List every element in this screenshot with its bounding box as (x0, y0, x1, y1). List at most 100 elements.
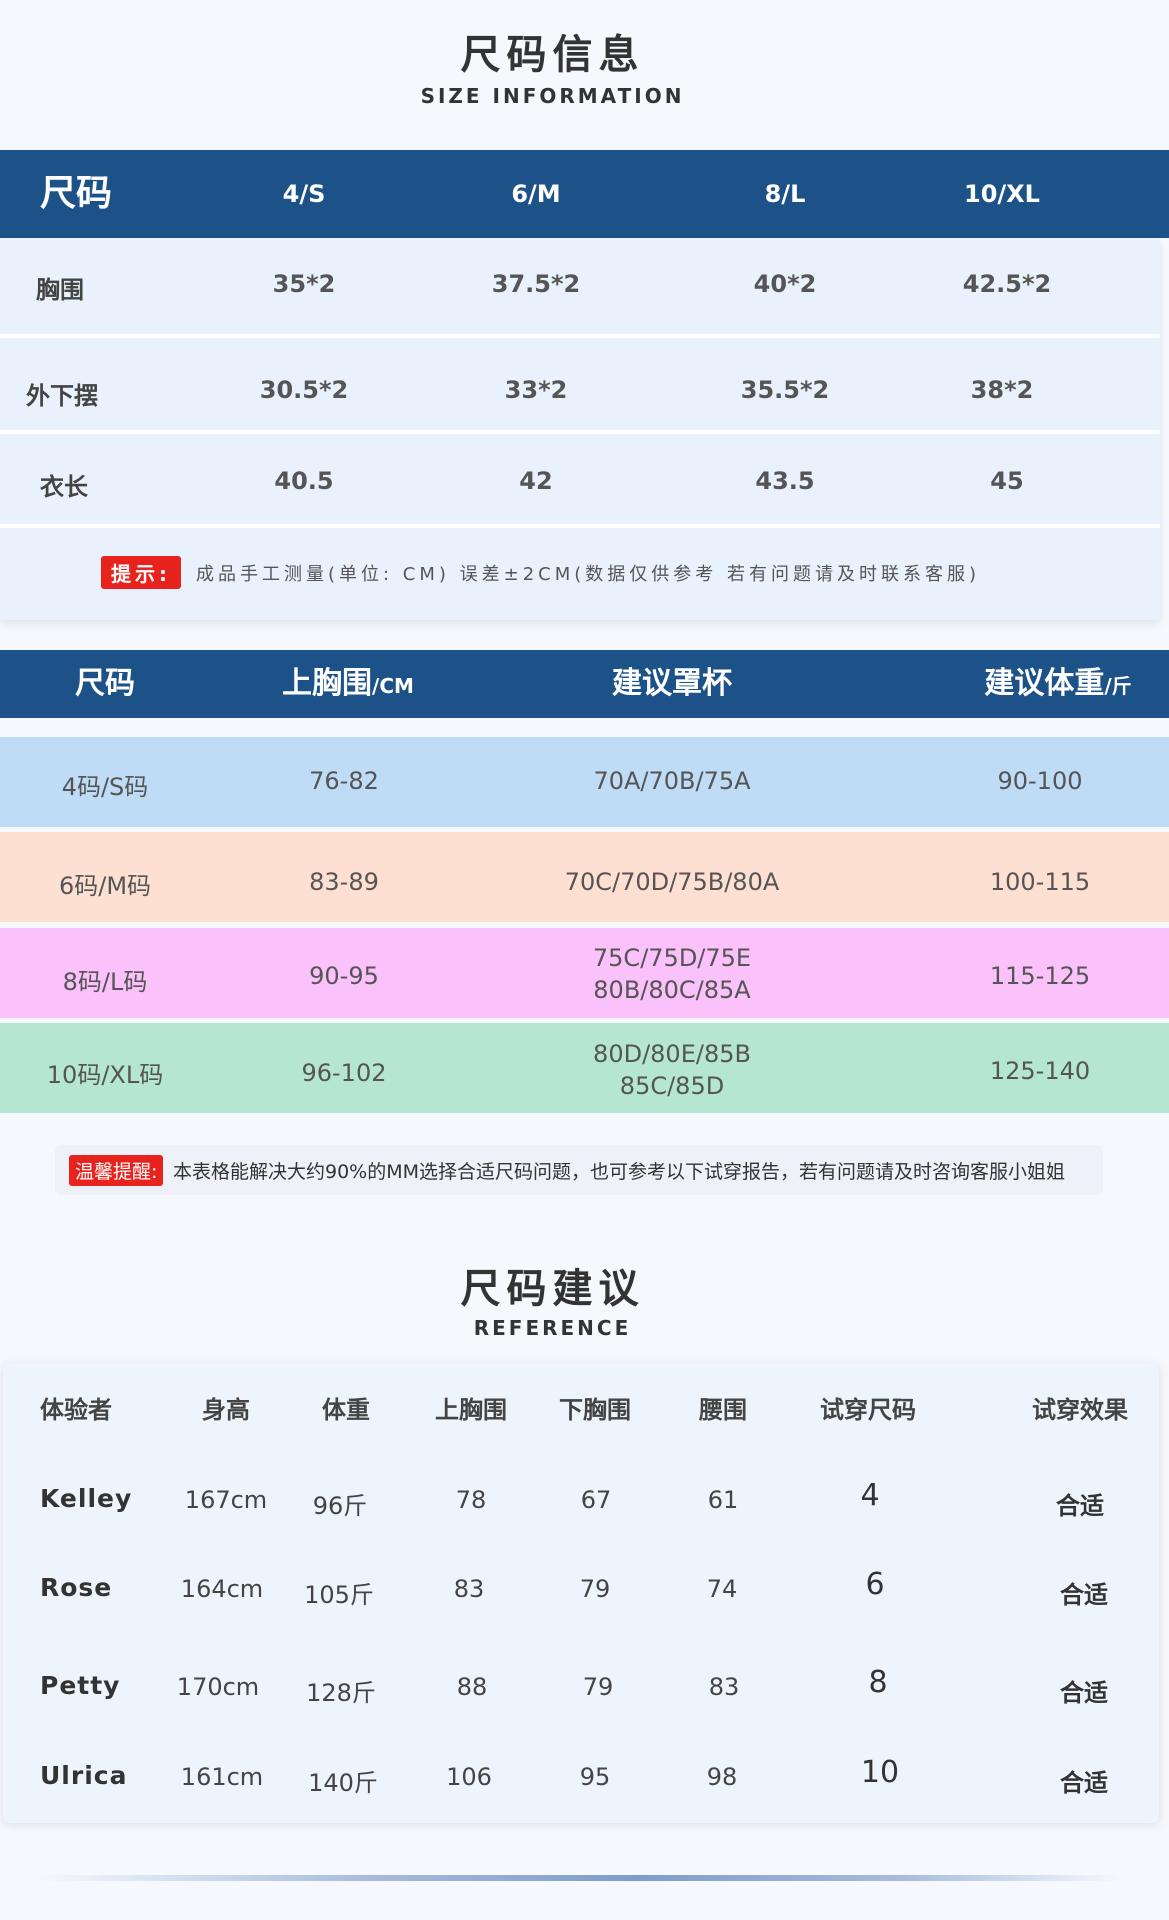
cell-cup: 70A/70B/75A (593, 767, 751, 795)
cell: 45 (990, 467, 1024, 495)
reminder-text: 本表格能解决大约90%的MM选择合适尺码问题，也可参考以下试穿报告，若有问题请及… (173, 1161, 1066, 1183)
tip-text: 成品手工测量(单位: CM) 误差±2CM(数据仅供参考 若有问题请及时联系客服… (196, 564, 981, 585)
cell-bust: 90-95 (309, 962, 379, 990)
ref-weight: 128斤 (306, 1679, 376, 1707)
ref-height: 170cm (176, 1673, 260, 1701)
ref-try-size: 4 (860, 1478, 880, 1513)
ref-effect: 合适 (1060, 1581, 1108, 1609)
cell-cup-line-1: 75C/75D/75E (592, 944, 752, 972)
ref-upper-bust: 106 (446, 1763, 492, 1791)
ref-height: 167cm (184, 1486, 268, 1514)
ref-try-size: 8 (868, 1665, 888, 1700)
cell-weight: 125-140 (989, 1057, 1091, 1085)
row-label: 外下摆 (26, 382, 98, 410)
table-row: 6码/M码 83-89 70C/70D/75B/80A 100-115 (0, 832, 1169, 922)
cell-cup-line-2: 85C/85D (619, 1072, 725, 1100)
size-info-title: 尺码信息 (460, 32, 645, 78)
ref-weight: 140斤 (308, 1769, 378, 1797)
ref-try-size: 10 (860, 1755, 900, 1790)
header-size: 尺码 (75, 666, 135, 701)
table-row: 4码/S码 76-82 70A/70B/75A 90-100 (0, 737, 1169, 827)
cell-bust: 96-102 (301, 1059, 387, 1087)
reference-title: 尺码建议 (460, 1266, 645, 1312)
header-col-4: 10/XL (964, 180, 1040, 208)
ref-under-bust: 67 (580, 1486, 612, 1514)
row-divider (0, 430, 1160, 434)
ref-header-tester: 体验者 (40, 1396, 112, 1424)
cell-cup-line-2: 80B/80C/85A (593, 976, 751, 1004)
header-bust-unit: /CM (372, 674, 414, 698)
header-col-3: 8/L (764, 180, 806, 208)
cell-size: 6码/M码 (58, 872, 152, 900)
header-weight: 建议体重/斤 (958, 650, 1158, 718)
ref-header-under-bust: 下胸围 (559, 1396, 631, 1424)
ref-waist: 83 (708, 1673, 740, 1701)
ref-under-bust: 79 (582, 1673, 614, 1701)
cell: 33*2 (504, 376, 568, 404)
cell-weight: 90-100 (997, 767, 1083, 795)
ref-try-size: 6 (865, 1567, 885, 1602)
cell-bust: 83-89 (309, 868, 379, 896)
reminder-badge: 温馨提醒: (69, 1155, 164, 1186)
decorative-divider (40, 1875, 1120, 1881)
cell: 40*2 (753, 270, 817, 298)
reference-subtitle: REFERENCE (473, 1316, 632, 1340)
cell-size: 4码/S码 (61, 773, 149, 801)
ref-upper-bust: 88 (456, 1673, 488, 1701)
cell: 42.5*2 (962, 270, 1052, 298)
cell-cup: 70C/70D/75B/80A (564, 868, 780, 896)
cell: 42 (519, 467, 553, 495)
cell: 30.5*2 (259, 376, 349, 404)
ref-effect: 合适 (1060, 1769, 1108, 1797)
ref-name: Ulrica (40, 1761, 128, 1790)
ref-height: 164cm (180, 1575, 264, 1603)
size-table-body: 胸围 35*2 37.5*2 40*2 42.5*2 外下摆 30.5*2 33… (0, 238, 1160, 620)
cell-bust: 76-82 (309, 767, 379, 795)
header-col-1: 4/S (282, 180, 326, 208)
row-divider (0, 524, 1160, 528)
header-size: 尺码 (40, 173, 113, 214)
ref-under-bust: 79 (579, 1575, 611, 1603)
header-col-2: 6/M (511, 180, 561, 208)
cell: 35*2 (272, 270, 336, 298)
cell-cup-line-1: 80D/80E/85B (593, 1040, 751, 1068)
cell-size: 10码/XL码 (46, 1061, 164, 1089)
cell: 37.5*2 (491, 270, 581, 298)
ref-effect: 合适 (1056, 1492, 1104, 1520)
size-table-header: 尺码 4/S 6/M 8/L 10/XL (0, 150, 1169, 238)
header-weight-unit: /斤 (1104, 674, 1132, 698)
header-bust: 上胸围/CM (258, 650, 438, 718)
header-bust-label: 上胸围 (282, 666, 373, 701)
ref-upper-bust: 78 (455, 1486, 487, 1514)
table-row: 10码/XL码 96-102 80D/80E/85B 85C/85D 125-1… (0, 1023, 1169, 1113)
ref-header-weight: 体重 (322, 1396, 370, 1424)
ref-name: Rose (40, 1573, 113, 1602)
table-row: 8码/L码 90-95 75C/75D/75E 80B/80C/85A 115-… (0, 928, 1169, 1018)
ref-header-effect: 试穿效果 (1032, 1396, 1128, 1424)
header-weight-label: 建议体重 (984, 666, 1105, 701)
ref-header-height: 身高 (202, 1396, 250, 1424)
cell-size: 8码/L码 (62, 968, 148, 996)
tip-badge: 提示: (101, 556, 181, 589)
ref-upper-bust: 83 (453, 1575, 485, 1603)
header-cup: 建议罩杯 (612, 666, 732, 701)
cup-table-header: 尺码 上胸围/CM 建议罩杯 建议体重/斤 (0, 650, 1169, 718)
ref-weight: 96斤 (312, 1492, 368, 1520)
row-label: 胸围 (36, 276, 84, 304)
cell: 43.5 (755, 467, 815, 495)
ref-waist: 74 (706, 1575, 738, 1603)
cell: 35.5*2 (740, 376, 830, 404)
ref-height: 161cm (180, 1763, 264, 1791)
row-divider (0, 334, 1160, 338)
ref-header-upper-bust: 上胸围 (435, 1396, 507, 1424)
ref-waist: 98 (706, 1763, 738, 1791)
ref-under-bust: 95 (579, 1763, 611, 1791)
reminder-note: 温馨提醒: 本表格能解决大约90%的MM选择合适尺码问题，也可参考以下试穿报告，… (55, 1145, 1103, 1195)
cell: 40.5 (274, 467, 334, 495)
size-info-subtitle: SIZE INFORMATION (420, 84, 685, 108)
cell: 38*2 (970, 376, 1034, 404)
cell-weight: 100-115 (989, 868, 1091, 896)
ref-header-waist: 腰围 (699, 1396, 747, 1424)
ref-name: Petty (40, 1671, 121, 1700)
row-label: 衣长 (40, 473, 88, 501)
